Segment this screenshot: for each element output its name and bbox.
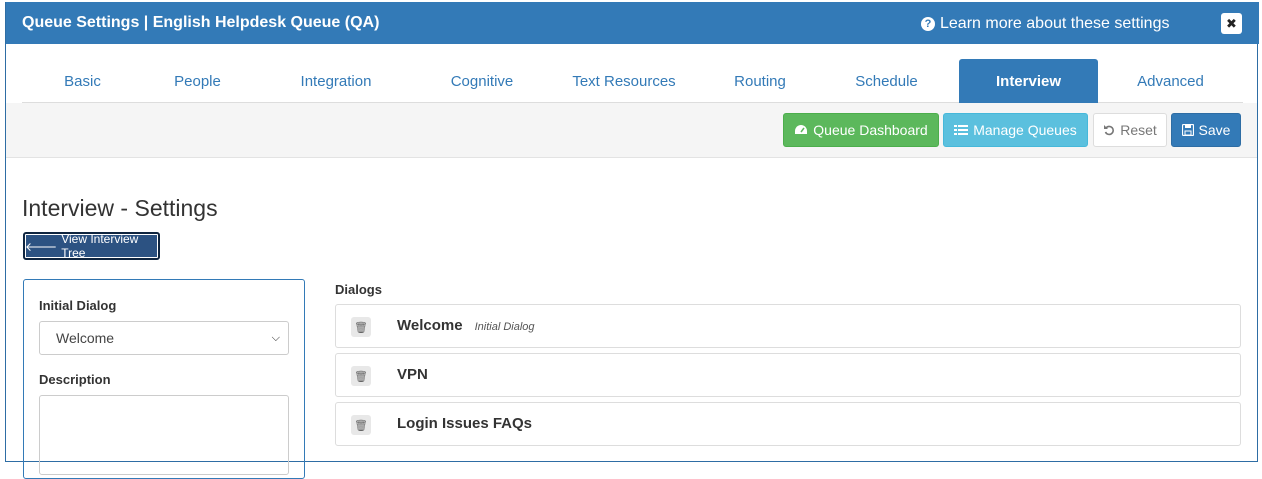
initial-dialog-value: Welcome [56,330,115,346]
tab-integration[interactable]: Integration [252,59,420,103]
reset-button[interactable]: Reset [1093,113,1167,147]
dialog-title: Login Issues FAQs [397,415,533,432]
dialog-name: Welcome Initial Dialog [397,317,535,334]
chevron-down-icon: ⌵ [271,332,280,344]
tab-advanced[interactable]: Advanced [1098,59,1243,103]
view-interview-tree-button[interactable]: 🡐 View Interview Tree [23,232,160,260]
tab-routing[interactable]: Routing [704,59,816,103]
description-textarea[interactable] [39,395,289,475]
learn-more-text: Learn more about these settings [940,15,1170,32]
tab-interview[interactable]: Interview [959,59,1098,103]
learn-more-link[interactable]: ? Learn more about these settings [921,15,1169,33]
tab-basic[interactable]: Basic [22,59,143,103]
tab-people[interactable]: People [143,59,252,103]
dialog-item-vpn[interactable]: 🗑 VPN [335,353,1241,397]
close-button[interactable]: ✖ [1221,13,1242,34]
dashboard-icon [795,125,808,134]
floppy-icon [1181,124,1194,136]
reset-label: Reset [1120,122,1157,138]
trash-icon[interactable]: 🗑 [351,317,371,337]
dialog-item-login-issues-faqs[interactable]: 🗑 Login Issues FAQs [335,402,1241,446]
settings-tabs: Basic People Integration Cognitive Text … [22,59,1243,103]
dialog-item-welcome[interactable]: 🗑 Welcome Initial Dialog [335,304,1241,348]
initial-dialog-label: Initial Dialog [39,298,117,313]
queue-settings-modal: Queue Settings | English Helpdesk Queue … [5,2,1259,479]
question-circle-icon: ? [921,17,935,31]
modal-title: Queue Settings | English Helpdesk Queue … [22,14,380,31]
manage-queues-label: Manage Queues [973,122,1077,138]
manage-queues-button[interactable]: Manage Queues [943,113,1088,147]
initial-dialog-tag: Initial Dialog [474,321,535,333]
queue-dashboard-button[interactable]: Queue Dashboard [783,113,939,147]
dialog-name: VPN [397,366,428,383]
save-label: Save [1198,122,1231,138]
dialog-title: Welcome [397,317,463,334]
list-icon [954,125,969,135]
undo-icon [1104,125,1115,136]
dialogs-heading: Dialogs [335,282,382,297]
dialog-settings-panel: Initial Dialog Welcome ⌵ Description [23,279,305,479]
page-title: Interview - Settings [22,195,218,221]
tab-schedule[interactable]: Schedule [816,59,957,103]
dialog-title: VPN [397,366,428,383]
tab-cognitive[interactable]: Cognitive [420,59,544,103]
modal-header: Queue Settings | English Helpdesk Queue … [6,2,1259,44]
queue-dashboard-label: Queue Dashboard [813,122,928,138]
description-label: Description [39,372,111,387]
trash-icon[interactable]: 🗑 [351,366,371,386]
arrow-left-icon: 🡐 [25,239,58,254]
initial-dialog-select[interactable]: Welcome ⌵ [39,321,289,355]
trash-icon[interactable]: 🗑 [351,415,371,435]
close-icon: ✖ [1226,15,1237,31]
action-toolbar: Queue Dashboard Manage Queues Reset Save [6,103,1257,158]
tab-text-resources[interactable]: Text Resources [544,59,704,103]
dialog-name: Login Issues FAQs [397,415,532,432]
view-interview-tree-label: View Interview Tree [61,232,139,260]
save-button[interactable]: Save [1171,113,1241,147]
